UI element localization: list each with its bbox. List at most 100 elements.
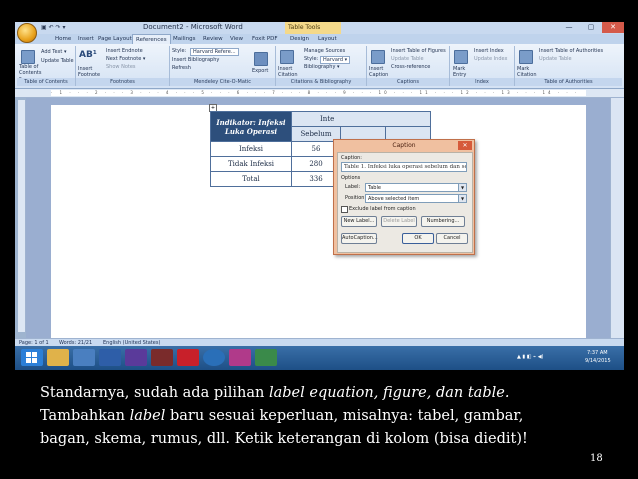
refresh-button[interactable]: Refresh — [172, 65, 191, 71]
table-header-indicator: Indikator: Infeksi Luka Operasi — [210, 111, 292, 142]
chevron-down-icon: ▼ — [458, 184, 466, 191]
mark-citation-button[interactable]: Mark Citation — [517, 66, 537, 78]
office-button[interactable] — [17, 23, 37, 43]
dialog-body: Caption: Table 1. Infeksi luka operasi s… — [337, 152, 473, 253]
insert-footnote-button[interactable]: Insert Footnote — [78, 66, 102, 78]
group-title: Citations & Bibliography — [276, 78, 366, 86]
export-icon[interactable] — [254, 52, 268, 66]
file-explorer-icon[interactable] — [47, 349, 69, 366]
minimize-button[interactable]: — — [558, 22, 580, 33]
table-header-intervention: Inte — [291, 111, 431, 127]
caption-line-2: Tambahkan label baru sesuai keperluan, m… — [40, 405, 600, 428]
new-label-button[interactable]: New Label... — [341, 216, 377, 227]
tab-layout[interactable]: Layout — [318, 34, 337, 44]
update-index-button[interactable]: Update Index — [474, 56, 507, 62]
windows-icon — [26, 352, 37, 363]
tab-insert[interactable]: Insert — [78, 34, 94, 44]
options-label: Options — [341, 175, 361, 181]
next-footnote-button[interactable]: Next Footnote ▾ — [106, 56, 145, 62]
mark-entry-button[interactable]: Mark Entry — [453, 66, 471, 78]
label-select[interactable]: Table ▼ — [365, 183, 467, 192]
autocaption-button[interactable]: AutoCaption... — [341, 233, 378, 244]
browser-icon[interactable] — [73, 349, 95, 366]
spreadsheet-icon[interactable] — [255, 349, 277, 366]
exclude-label-checkbox[interactable] — [341, 206, 348, 213]
app-icon[interactable] — [203, 349, 225, 366]
insert-citation-icon[interactable] — [280, 50, 294, 64]
caption-line-1: Standarnya, sudah ada pilihan label equa… — [40, 382, 600, 405]
tab-design[interactable]: Design — [290, 34, 309, 44]
tab-view[interactable]: View — [230, 34, 243, 44]
update-table-button[interactable]: Update Table — [41, 58, 74, 64]
insert-bibliography-button[interactable]: Insert Bibliography — [172, 57, 219, 63]
dialog-close-button[interactable]: ✕ — [458, 141, 472, 150]
document-icon[interactable] — [151, 349, 173, 366]
style-ref-select[interactable]: Harvard Refere... — [190, 48, 239, 56]
close-button[interactable]: ✕ — [602, 22, 624, 33]
caption-dialog: Caption ✕ Caption: Table 1. Infeksi luka… — [333, 139, 475, 255]
tab-foxit-pdf[interactable]: Foxit PDF — [252, 34, 278, 44]
word-screenshot: ▣ ↶ ↷ ▾ Document2 - Microsoft Word Table… — [15, 22, 624, 370]
insert-table-of-figures-button[interactable]: Insert Table of Figures — [391, 48, 446, 54]
quick-access-toolbar[interactable]: ▣ ↶ ↷ ▾ — [41, 24, 65, 31]
delete-label-button[interactable]: Delete Label — [381, 216, 417, 227]
position-select[interactable]: Above selected item ▼ — [365, 194, 467, 203]
table-cell-label: Infeksi — [210, 141, 292, 157]
footnote-icon[interactable]: AB¹ — [79, 50, 97, 60]
table-cell-label: Total — [210, 171, 292, 187]
group-title: Table of Authorities — [515, 78, 622, 86]
ok-button[interactable]: OK — [402, 233, 434, 244]
caption-text: Tambahkan — [40, 408, 130, 424]
clock-date[interactable]: 9/14/2015 — [585, 358, 611, 364]
maximize-button[interactable]: ▢ — [580, 22, 602, 33]
word-icon[interactable] — [99, 349, 121, 366]
show-notes-button[interactable]: Show Notes — [106, 64, 136, 70]
caption-input[interactable]: Table 1. Infeksi luka operasi sebelum da… — [341, 162, 467, 172]
tab-page-layout[interactable]: Page Layout — [98, 34, 132, 44]
tab-references[interactable]: References — [132, 34, 171, 44]
position-select-value: Above selected item — [368, 196, 420, 202]
clock-time[interactable]: 7:37 AM — [587, 350, 608, 356]
manage-sources-button[interactable]: Manage Sources — [304, 48, 345, 54]
update-authorities-button[interactable]: Update Table — [539, 56, 572, 62]
update-table-figures-button[interactable]: Update Table — [391, 56, 424, 62]
insert-caption-icon[interactable] — [371, 50, 385, 64]
export-button[interactable]: Export — [252, 68, 268, 74]
insert-caption-button[interactable]: Insert Caption — [369, 66, 389, 78]
tab-review[interactable]: Review — [203, 34, 223, 44]
media-icon[interactable] — [125, 349, 147, 366]
group-title: Mendeley Cite-O-Matic — [170, 78, 275, 86]
cancel-button[interactable]: Cancel — [436, 233, 468, 244]
insert-index-button[interactable]: Insert Index — [474, 48, 504, 54]
mark-citation-icon[interactable] — [519, 50, 533, 64]
window-title: Document2 - Microsoft Word — [143, 23, 243, 31]
add-text-button[interactable]: Add Text ▾ — [41, 49, 66, 55]
vertical-ruler[interactable] — [18, 100, 26, 332]
horizontal-ruler[interactable]: · 1 · · · 2 · · · 3 · · · 4 · · · 5 · · … — [15, 89, 624, 98]
ruler-scale: · 1 · · · 2 · · · 3 · · · 4 · · · 5 · · … — [51, 90, 586, 96]
table-of-contents-icon[interactable] — [21, 50, 35, 64]
insert-endnote-button[interactable]: Insert Endnote — [106, 48, 143, 54]
vertical-scrollbar[interactable] — [610, 98, 624, 338]
numbering-button[interactable]: Numbering... — [421, 216, 465, 227]
citation-style-label: Style: — [304, 56, 319, 62]
system-tray-icons[interactable]: ▲ ▮ ◧ ⌁ ◀) — [517, 354, 543, 360]
group-table-of-authorities: Mark Citation Insert Table of Authoritie… — [515, 46, 622, 86]
insert-table-of-authorities-button[interactable]: Insert Table of Authorities — [539, 48, 603, 54]
citation-style-select[interactable]: Harvard ▾ — [320, 56, 351, 64]
bibliography-button[interactable]: Bibliography ▾ — [304, 64, 340, 70]
caption-text: baru sesuai keperluan, misalnya: tabel, … — [165, 408, 524, 424]
caption-emphasis: label — [129, 408, 166, 424]
table-tools-context-label: Table Tools — [285, 22, 341, 34]
position-label: Position: — [345, 195, 367, 201]
start-button[interactable] — [21, 349, 43, 366]
cross-reference-button[interactable]: Cross-reference — [391, 64, 430, 70]
chevron-down-icon: ▼ — [458, 195, 466, 202]
mendeley-icon[interactable] — [177, 349, 199, 366]
group-title: Table of Contents — [17, 78, 75, 86]
caption-text: Standarnya, sudah ada pilihan — [40, 385, 269, 401]
mark-entry-icon[interactable] — [454, 50, 468, 64]
tab-home[interactable]: Home — [55, 34, 71, 44]
tab-mailings[interactable]: Mailings — [173, 34, 196, 44]
image-app-icon[interactable] — [229, 349, 251, 366]
